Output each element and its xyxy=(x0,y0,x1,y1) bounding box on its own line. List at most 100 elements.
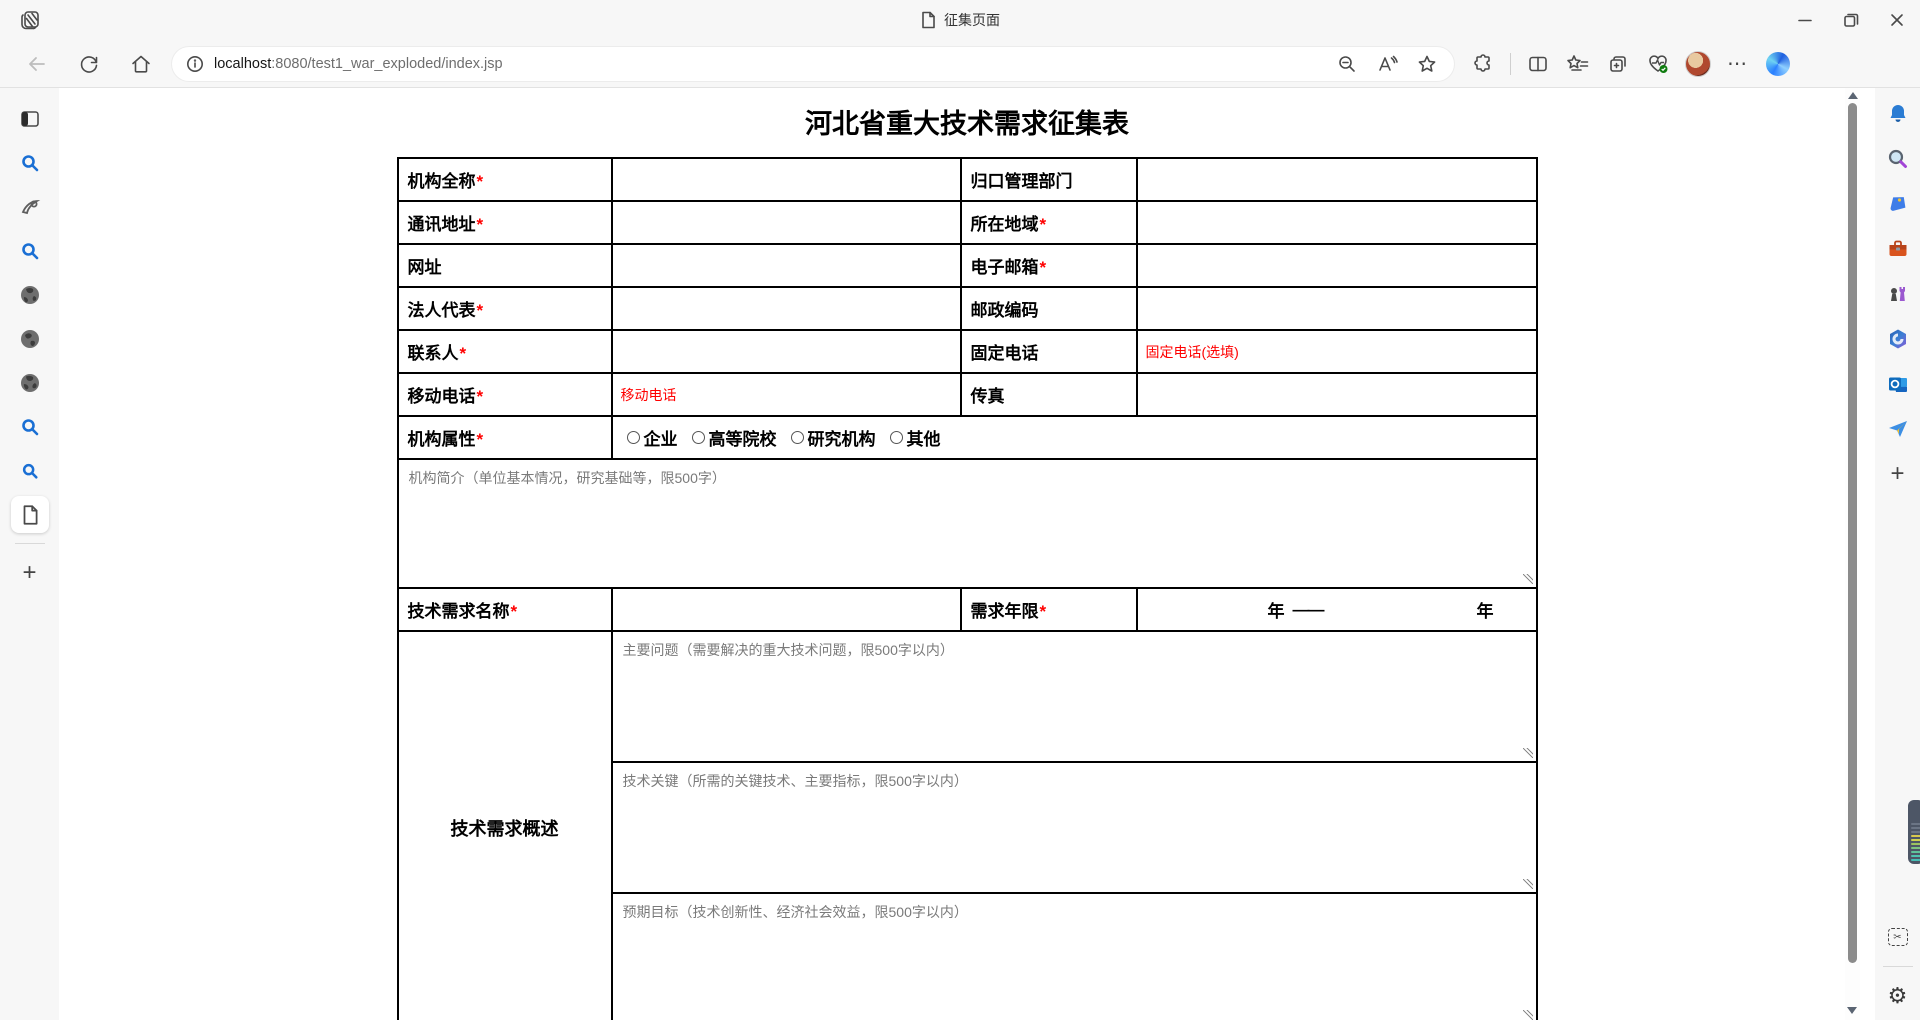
read-aloud-button[interactable] xyxy=(1368,46,1406,82)
split-screen-button[interactable] xyxy=(1519,46,1557,82)
site-info-icon[interactable] xyxy=(186,55,204,73)
org-intro-textarea[interactable] xyxy=(398,460,1536,587)
zoom-out-button[interactable] xyxy=(1328,46,1366,82)
settings-more-button[interactable]: ⋯ xyxy=(1719,46,1757,82)
collections-button[interactable] xyxy=(1599,46,1637,82)
scrollbar-thumb[interactable] xyxy=(1848,103,1857,963)
table-row: 联系人* 固定电话 xyxy=(396,329,1538,374)
main-problem-textarea[interactable] xyxy=(612,632,1536,761)
radio-option-university[interactable]: 高等院校 xyxy=(691,425,777,450)
title-bar: 征集页面 xyxy=(0,0,1920,40)
page-scrollbar[interactable] xyxy=(1845,88,1860,1020)
workspaces-button[interactable] xyxy=(11,2,49,38)
demand-name-label: 技术需求名称* xyxy=(396,587,613,632)
tools-button[interactable] xyxy=(1882,233,1914,265)
url-text[interactable]: localhost:8080/test1_war_exploded/index.… xyxy=(214,56,1328,72)
refresh-button[interactable] xyxy=(70,46,108,82)
tab-search-2[interactable] xyxy=(11,232,49,269)
radio-icon[interactable] xyxy=(790,431,804,444)
address-bar[interactable]: localhost:8080/test1_war_exploded/index.… xyxy=(172,46,1454,82)
website-input[interactable] xyxy=(612,246,960,285)
tab-site-1[interactable] xyxy=(11,188,49,225)
fax-input[interactable] xyxy=(1137,375,1536,414)
new-tab-button[interactable]: + xyxy=(11,554,49,591)
radio-option-enterprise[interactable]: 企业 xyxy=(626,425,678,450)
browser-window: 征集页面 localhost:8080/test1_war_exploded/i… xyxy=(0,0,1920,1020)
tab-active-document[interactable] xyxy=(10,496,49,533)
required-mark: * xyxy=(476,301,484,320)
outlook-icon xyxy=(1888,377,1907,392)
globe-favicon xyxy=(20,329,39,348)
radio-icon[interactable] xyxy=(626,431,640,444)
dept-input[interactable] xyxy=(1137,160,1536,199)
close-button[interactable] xyxy=(1874,2,1920,38)
home-button[interactable] xyxy=(122,46,160,82)
email-input[interactable] xyxy=(1137,246,1536,285)
web-capture-button[interactable]: ✂ xyxy=(1882,921,1914,953)
table-row: 机构全称* 归口管理部门 xyxy=(396,157,1538,202)
games-button[interactable] xyxy=(1882,278,1914,310)
url-path: :8080/test1_war_exploded/index.jsp xyxy=(271,55,503,72)
tab-search-4[interactable] xyxy=(11,452,49,489)
region-label: 所在地域* xyxy=(959,200,1138,245)
sidebar-settings-button[interactable]: ⚙ xyxy=(1882,980,1914,1012)
radio-icon[interactable] xyxy=(889,431,903,444)
favorites-list-icon xyxy=(1567,54,1589,71)
notifications-button[interactable] xyxy=(1882,98,1914,130)
back-button[interactable] xyxy=(18,46,56,82)
restore-button[interactable] xyxy=(1828,2,1874,38)
address-input[interactable] xyxy=(612,203,960,242)
resize-grip-icon[interactable] xyxy=(1522,1010,1533,1020)
tab-site-2[interactable] xyxy=(11,276,49,313)
postcode-input[interactable] xyxy=(1137,289,1536,328)
tab-search-3[interactable] xyxy=(11,408,49,445)
tab-pane-toggle-button[interactable] xyxy=(11,100,49,137)
split-screen-icon xyxy=(1529,56,1547,71)
org-name-input[interactable] xyxy=(612,160,960,199)
radio-icon[interactable] xyxy=(691,431,705,444)
tab-site-4[interactable] xyxy=(11,364,49,401)
resize-grip-icon[interactable] xyxy=(1522,748,1533,758)
tab-search-1[interactable] xyxy=(11,144,49,181)
radio-option-institute[interactable]: 研究机构 xyxy=(790,425,876,450)
resize-grip-icon[interactable] xyxy=(1522,879,1533,889)
browser-essentials-button[interactable] xyxy=(1639,46,1677,82)
minimize-button[interactable] xyxy=(1782,2,1828,38)
resize-grip-icon[interactable] xyxy=(1522,574,1533,584)
active-tab[interactable]: 征集页面 xyxy=(920,10,1000,30)
expected-goal-textarea[interactable] xyxy=(612,894,1536,1020)
contact-input[interactable] xyxy=(612,332,960,371)
scroll-down-icon[interactable] xyxy=(1847,1007,1857,1014)
tab-site-3[interactable] xyxy=(11,320,49,357)
microsoft365-button[interactable] xyxy=(1882,323,1914,355)
copilot-button[interactable] xyxy=(1759,46,1797,82)
favorites-bar-button[interactable] xyxy=(1559,46,1597,82)
browser-toolbar: localhost:8080/test1_war_exploded/index.… xyxy=(0,40,1920,88)
mobile-input[interactable] xyxy=(612,375,960,414)
address-label: 通讯地址* xyxy=(396,200,613,245)
more-icon: ⋯ xyxy=(1727,52,1749,75)
scroll-up-icon[interactable] xyxy=(1847,92,1858,99)
org-type-radio-group: 企业 高等院校 研究机构 其他 xyxy=(613,425,1536,450)
sidebar-search-button[interactable] xyxy=(1882,143,1914,175)
pen-favicon xyxy=(21,199,40,214)
rail-divider xyxy=(14,543,45,544)
radio-option-other[interactable]: 其他 xyxy=(889,425,941,450)
profile-button[interactable] xyxy=(1679,46,1717,82)
year-range-separator: —— xyxy=(1292,599,1325,619)
year-end-suffix: 年 xyxy=(1476,602,1494,621)
extensions-button[interactable] xyxy=(1464,46,1502,82)
shopping-button[interactable] xyxy=(1882,188,1914,220)
favorite-button[interactable] xyxy=(1408,46,1446,82)
legal-rep-input[interactable] xyxy=(612,289,960,328)
outlook-button[interactable] xyxy=(1882,368,1914,400)
region-input[interactable] xyxy=(1137,203,1536,242)
demand-years-label: 需求年限* xyxy=(959,587,1138,632)
customize-sidebar-button[interactable]: + xyxy=(1882,458,1914,490)
sidebar-app-strip[interactable] xyxy=(1908,800,1920,864)
landline-input[interactable] xyxy=(1137,332,1536,371)
demand-name-input[interactable] xyxy=(612,590,960,629)
drop-button[interactable] xyxy=(1882,413,1914,445)
required-mark: * xyxy=(459,344,467,363)
key-tech-textarea[interactable] xyxy=(612,763,1536,892)
